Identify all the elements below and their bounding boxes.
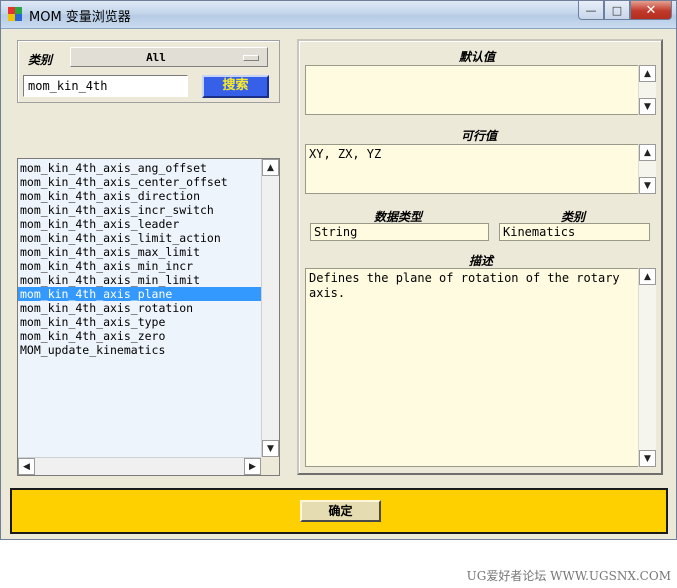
variable-list[interactable]: mom_kin_4th_axis_ang_offset mom_kin_4th_a… xyxy=(18,161,261,457)
list-item[interactable]: mom_kin_4th_axis_limit_action xyxy=(18,231,261,245)
arrow-down-icon[interactable]: ▼ xyxy=(639,177,656,194)
vertical-scrollbar[interactable]: ▲ ▼ xyxy=(261,159,279,457)
variable-list-box: mom_kin_4th_axis_ang_offset mom_kin_4th_a… xyxy=(17,158,280,476)
category-label: 类别 xyxy=(28,53,53,67)
scrollbar-corner xyxy=(261,457,279,475)
list-item[interactable]: mom_kin_4th_axis_leader xyxy=(18,217,261,231)
list-item[interactable]: mom_kin_4th_axis_center_offset xyxy=(18,175,261,189)
window-controls: — □ ✕ xyxy=(578,1,672,20)
left-panel: 类别 All 搜索 mom_kin_4th_axis_ang_offsetmom… xyxy=(11,37,282,477)
list-item[interactable]: MOM_update_kinematics xyxy=(18,343,261,357)
maximize-button[interactable]: □ xyxy=(604,1,630,20)
list-item[interactable]: mom_kin_4th_axis_ang_offset xyxy=(18,161,261,175)
feasible-values-field[interactable]: XY, ZX, YZ xyxy=(305,144,640,194)
data-type-field[interactable]: String xyxy=(310,223,489,241)
search-button[interactable]: 搜索 xyxy=(202,75,269,98)
list-item[interactable]: mom_kin_4th_axis_incr_switch xyxy=(18,203,261,217)
arrow-down-icon[interactable]: ▼ xyxy=(262,440,279,457)
category-select[interactable]: All xyxy=(70,47,268,67)
list-item[interactable]: mom_kin_4th_axis_direction xyxy=(18,189,261,203)
category-info-field[interactable]: Kinematics xyxy=(499,223,650,241)
arrow-left-icon[interactable]: ◀ xyxy=(18,458,35,475)
window-title: MOM 变量浏览器 xyxy=(29,10,131,25)
arrow-up-icon[interactable]: ▲ xyxy=(639,65,656,82)
list-item[interactable]: mom_kin_4th_axis_zero xyxy=(18,329,261,343)
minimize-button[interactable]: — xyxy=(578,1,604,20)
horizontal-scrollbar[interactable]: ◀ ▶ xyxy=(18,457,261,475)
list-item[interactable]: mom_kin_4th_axis_plane xyxy=(18,287,261,301)
description-label: 描述 xyxy=(469,254,494,268)
arrow-down-icon[interactable]: ▼ xyxy=(639,450,656,467)
ok-button[interactable]: 确定 xyxy=(300,500,381,522)
list-item[interactable]: mom_kin_4th_axis_type xyxy=(18,315,261,329)
category-search-group: 类别 All 搜索 xyxy=(17,40,280,103)
feasible-values-label: 可行值 xyxy=(461,129,498,143)
arrow-down-icon[interactable]: ▼ xyxy=(639,98,656,115)
watermark: UG爱好者论坛 WWW.UGSNX.COM xyxy=(466,569,671,583)
option-menu-indicator-icon xyxy=(243,55,259,61)
default-value-field[interactable] xyxy=(305,65,640,115)
arrow-up-icon[interactable]: ▲ xyxy=(639,268,656,285)
arrow-up-icon[interactable]: ▲ xyxy=(262,159,279,176)
search-input[interactable] xyxy=(23,75,188,97)
feasible-values-scrollbar[interactable]: ▲ ▼ xyxy=(638,144,656,194)
list-item[interactable]: mom_kin_4th_axis_rotation xyxy=(18,301,261,315)
action-bar: 确定 xyxy=(10,488,668,534)
arrow-right-icon[interactable]: ▶ xyxy=(244,458,261,475)
close-button[interactable]: ✕ xyxy=(630,1,672,20)
mom-variable-browser-window: MOM 变量浏览器 — □ ✕ 类别 All 搜索 mom_kin_4th_ax… xyxy=(0,0,677,540)
title-bar[interactable]: MOM 变量浏览器 — □ ✕ xyxy=(1,1,676,29)
list-item[interactable]: mom_kin_4th_axis_min_limit xyxy=(18,273,261,287)
description-scrollbar[interactable]: ▲ ▼ xyxy=(638,268,656,467)
description-field[interactable]: Defines the plane of rotation of the rot… xyxy=(305,268,640,467)
list-item[interactable]: mom_kin_4th_axis_min_incr xyxy=(18,259,261,273)
default-value-label: 默认值 xyxy=(459,50,496,64)
default-value-scrollbar[interactable]: ▲ ▼ xyxy=(638,65,656,115)
app-icon xyxy=(8,7,22,21)
right-panel: 默认值 ▲ ▼ 可行值 XY, ZX, YZ ▲ ▼ 数据类型 String 类… xyxy=(297,39,663,475)
category-select-value: All xyxy=(146,51,166,64)
list-item[interactable]: mom_kin_4th_axis_max_limit xyxy=(18,245,261,259)
arrow-up-icon[interactable]: ▲ xyxy=(639,144,656,161)
